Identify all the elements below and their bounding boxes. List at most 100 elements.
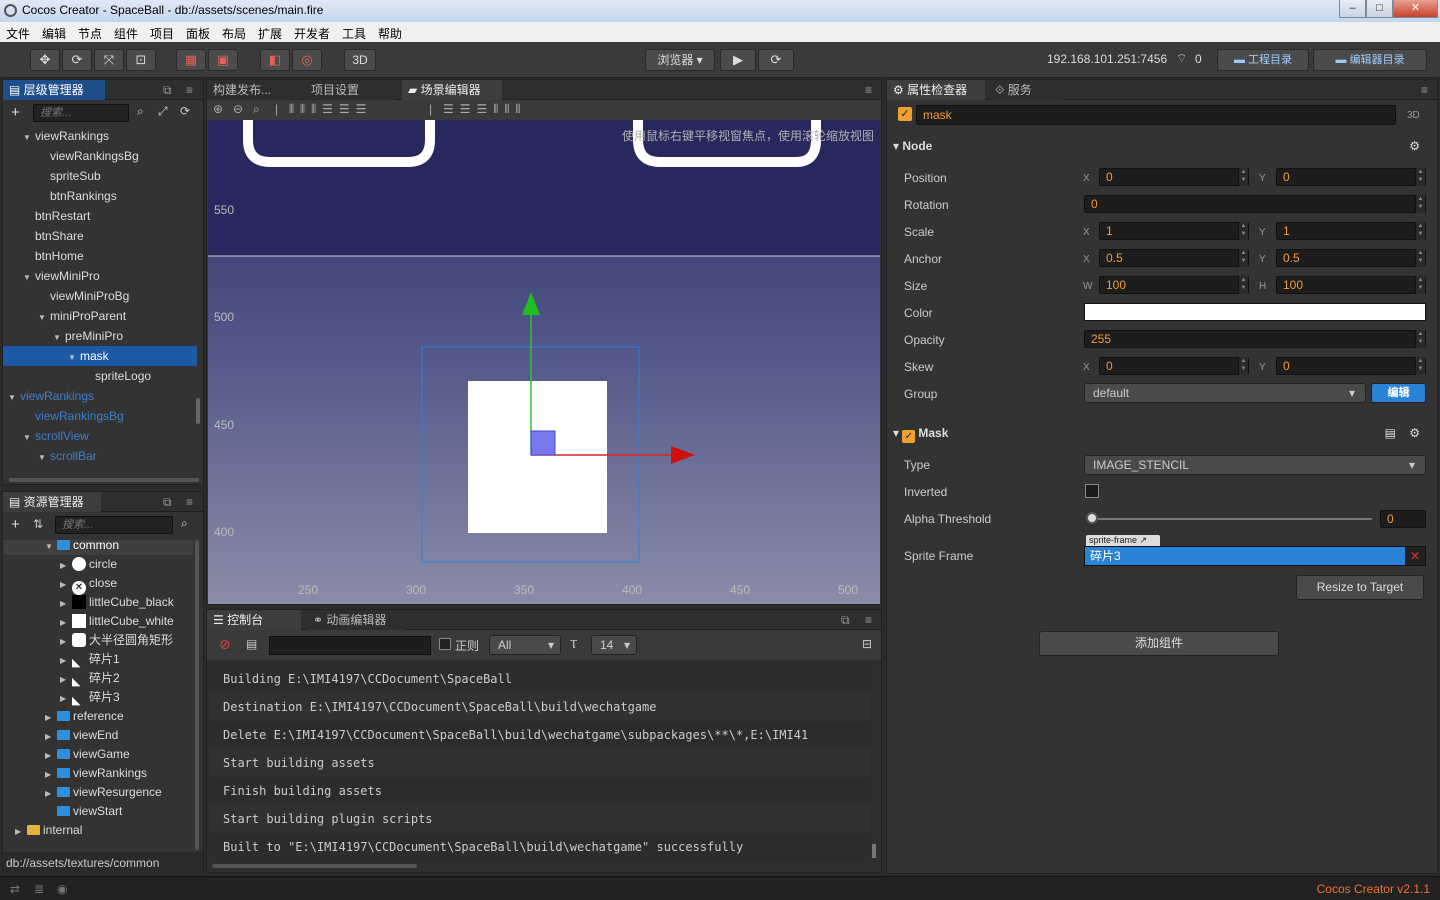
gizmo-icon[interactable]: ◧ xyxy=(260,49,290,71)
eye-icon[interactable]: ◉ xyxy=(57,882,67,896)
play-button[interactable]: ▶ xyxy=(720,49,756,71)
hierarchy-node[interactable]: btnShare xyxy=(3,226,197,246)
sprite-frame-field[interactable]: 碎片3 ✕ xyxy=(1084,546,1426,566)
zoom-out-icon[interactable]: ⊖ xyxy=(233,102,243,116)
popout-icon[interactable]: ⧉ xyxy=(841,610,850,630)
node-section[interactable]: ▾ Node ⚙ xyxy=(888,134,1436,158)
hierarchy-node[interactable]: spriteLogo xyxy=(3,366,197,386)
group-select[interactable]: default ▾ xyxy=(1084,383,1366,403)
expand-arrow-icon[interactable]: ▶ xyxy=(60,651,72,670)
move-tool-icon[interactable]: ✥ xyxy=(30,49,60,71)
asset-item[interactable]: ▶ viewEnd xyxy=(3,726,193,745)
expand-arrow-icon[interactable]: ▼ xyxy=(38,308,50,328)
hierarchy-node[interactable]: ▼ miniProParent xyxy=(3,306,197,326)
gear-icon[interactable]: ⚙ xyxy=(1409,421,1420,445)
hierarchy-search-input[interactable]: 搜索... xyxy=(33,104,129,122)
asset-item[interactable]: ▶ viewRankings xyxy=(3,764,193,783)
asset-item[interactable]: ▶ reference xyxy=(3,707,193,726)
expand-arrow-icon[interactable]: ▶ xyxy=(45,746,57,765)
panel-menu-icon[interactable]: ≡ xyxy=(865,610,872,630)
add-asset-icon[interactable]: + xyxy=(11,516,20,533)
assets-tab[interactable]: ▤ 资源管理器 xyxy=(3,492,101,512)
alpha-threshold-input[interactable]: 0 xyxy=(1380,510,1426,528)
expand-icon[interactable]: ⤢ xyxy=(158,104,168,119)
rect-tool-icon[interactable]: ⊡ xyxy=(126,49,156,71)
asset-item[interactable]: ▶ ◣ 碎片2 xyxy=(3,669,193,688)
hierarchy-node[interactable]: ▼ scrollView xyxy=(3,426,197,446)
expand-arrow-icon[interactable]: ▼ xyxy=(23,128,35,148)
color-swatch[interactable] xyxy=(1084,303,1426,321)
rotation-input[interactable]: 0 xyxy=(1084,195,1426,213)
asset-item[interactable]: ▶ 大半径圆角矩形 xyxy=(3,631,193,650)
panel-menu-icon[interactable]: ≡ xyxy=(186,80,193,100)
position-x-input[interactable]: 0 xyxy=(1099,168,1249,186)
expand-arrow-icon[interactable]: ▶ xyxy=(45,784,57,803)
search-icon[interactable]: ⌕ xyxy=(181,516,188,531)
alpha-slider-track[interactable] xyxy=(1092,518,1372,520)
expand-arrow-icon[interactable]: ▶ xyxy=(45,765,57,784)
clear-icon[interactable]: ⊘ xyxy=(219,636,231,653)
stepper-icon[interactable]: ▲ ▼ xyxy=(1238,222,1248,240)
snap-icon[interactable]: ◎ xyxy=(292,49,322,71)
menu-edit[interactable]: 编辑 xyxy=(42,25,66,42)
node-active-checkbox[interactable]: ✓ xyxy=(898,107,912,121)
position-y-input[interactable]: 0 xyxy=(1276,168,1426,186)
mask-section[interactable]: ▾ ✓ Mask ▤ ⚙ xyxy=(888,421,1436,445)
expand-arrow-icon[interactable]: ▼ xyxy=(8,388,20,408)
node-name-input[interactable]: mask xyxy=(916,105,1396,125)
resize-to-target-button[interactable]: Resize to Target xyxy=(1296,575,1424,600)
menu-file[interactable]: 文件 xyxy=(6,25,30,42)
expand-arrow-icon[interactable]: ▼ xyxy=(23,268,35,288)
tab-services[interactable]: ⟐ 服务 xyxy=(989,80,1063,100)
expand-arrow-icon[interactable]: ▶ xyxy=(60,575,72,594)
hierarchy-node[interactable]: spriteSub xyxy=(3,166,197,186)
menu-layout[interactable]: 布局 xyxy=(222,25,246,42)
regex-checkbox[interactable] xyxy=(439,638,451,650)
assets-search-input[interactable]: 搜索... xyxy=(55,516,173,534)
minimize-button[interactable]: – xyxy=(1339,0,1366,18)
menu-extension[interactable]: 扩展 xyxy=(258,25,282,42)
skew-y-input[interactable]: 0 xyxy=(1276,357,1426,375)
mask-node[interactable] xyxy=(468,381,607,533)
log-file-icon[interactable]: ▤ xyxy=(246,637,257,651)
database-icon[interactable]: ≣ xyxy=(34,882,44,896)
zoom-reset-icon[interactable]: ⌕ xyxy=(253,102,260,117)
gizmo-y-arrow[interactable] xyxy=(522,292,540,315)
hierarchy-node[interactable]: viewRankingsBg xyxy=(3,146,197,166)
size-h-input[interactable]: 100 xyxy=(1276,276,1426,294)
hierarchy-hscrollbar[interactable] xyxy=(9,478,199,482)
clear-icon[interactable]: ✕ xyxy=(1405,547,1425,565)
expand-arrow-icon[interactable]: ▼ xyxy=(23,428,35,448)
network-icon[interactable]: ⇄ xyxy=(10,882,20,896)
hierarchy-node[interactable]: viewMiniProBg xyxy=(3,286,197,306)
alpha-slider-thumb[interactable] xyxy=(1086,512,1098,524)
mask-type-select[interactable]: IMAGE_STENCIL ▾ xyxy=(1084,455,1426,475)
asset-item[interactable]: ▶ littleCube_black xyxy=(3,593,193,612)
panel-menu-icon[interactable]: ≡ xyxy=(865,80,872,100)
stepper-icon[interactable]: ▲ ▼ xyxy=(1415,168,1425,186)
panel-menu-icon[interactable]: ≡ xyxy=(1421,80,1428,100)
panel-menu-icon[interactable]: ≡ xyxy=(186,492,193,512)
stepper-icon[interactable]: ▲ ▼ xyxy=(1415,357,1425,375)
add-node-icon[interactable]: + xyxy=(11,104,20,121)
add-component-button[interactable]: 添加组件 xyxy=(1039,631,1279,656)
stepper-icon[interactable]: ▲ ▼ xyxy=(1238,249,1248,267)
opacity-input[interactable]: 255 xyxy=(1084,330,1426,348)
distribute-icons[interactable]: ☰☰☰⫴⫴⫴ xyxy=(443,102,526,117)
expand-arrow-icon[interactable]: ▼ xyxy=(68,348,80,368)
hierarchy-node[interactable]: ▼ viewMiniPro xyxy=(3,266,197,286)
hierarchy-node[interactable]: ▼ preMiniPro xyxy=(3,326,197,346)
tab-scene-editor[interactable]: ▰ 场景编辑器 xyxy=(402,80,502,100)
gizmo-center[interactable] xyxy=(530,430,556,456)
console-filter-input[interactable] xyxy=(269,636,431,655)
expand-arrow-icon[interactable]: ▼ xyxy=(38,448,50,468)
hierarchy-node[interactable]: ▼ viewRankings xyxy=(3,126,197,146)
asset-item[interactable]: ▶ ◣ 碎片3 xyxy=(3,688,193,707)
doc-icon[interactable]: ▤ xyxy=(1385,421,1396,445)
asset-item[interactable]: ▶ ✕ close xyxy=(3,574,193,595)
collapse-icon[interactable]: ⊟ xyxy=(862,637,872,651)
menu-developer[interactable]: 开发者 xyxy=(294,25,330,42)
gear-icon[interactable]: ⚙ xyxy=(1409,134,1420,158)
rotate-tool-icon[interactable]: ⟳ xyxy=(62,49,92,71)
menu-panel[interactable]: 面板 xyxy=(186,25,210,42)
